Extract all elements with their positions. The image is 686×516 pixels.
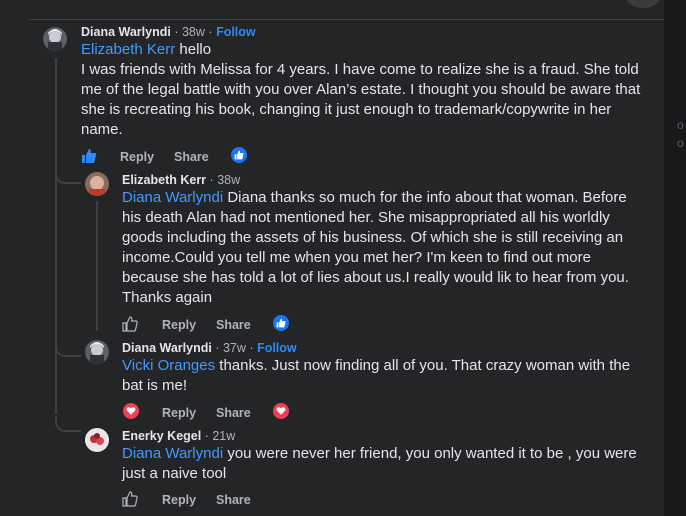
comment-text: Vicki Oranges thanks. Just now finding a… — [122, 357, 631, 394]
reply-button[interactable]: Reply — [162, 493, 196, 507]
comment-text: Diana Warlyndi you were never her friend… — [122, 445, 637, 482]
mention-link[interactable]: Diana Warlyndi — [122, 445, 223, 462]
reply-button[interactable]: Reply — [120, 150, 154, 164]
timestamp[interactable]: 37w — [223, 341, 246, 355]
like-button[interactable] — [122, 491, 138, 510]
share-button[interactable]: Share — [174, 150, 209, 164]
share-button[interactable]: Share — [216, 318, 251, 332]
avatar[interactable] — [43, 27, 67, 51]
author-name[interactable]: Elizabeth Kerr — [122, 173, 206, 187]
comment-meta: Diana Warlyndi · 37w · Follow — [122, 341, 297, 355]
mention-link[interactable]: Vicki Oranges — [122, 357, 215, 374]
share-button[interactable]: Share — [216, 493, 251, 507]
background-text: o — [677, 136, 684, 150]
reply-button[interactable]: Reply — [162, 318, 196, 332]
like-button[interactable] — [81, 148, 97, 167]
like-button[interactable] — [122, 316, 138, 335]
comment-panel: Diana Warlyndi · 38w · Follow Elizabeth … — [0, 0, 664, 516]
thread-branch — [55, 168, 81, 184]
reply-button[interactable]: Reply — [162, 406, 196, 420]
timestamp[interactable]: 21w — [212, 429, 235, 443]
comment-text: Elizabeth Kerr hello I was friends with … — [81, 41, 641, 138]
mention-link[interactable]: Diana Warlyndi — [122, 189, 223, 206]
avatar[interactable] — [85, 172, 109, 196]
author-name[interactable]: Diana Warlyndi — [81, 25, 171, 39]
author-name[interactable]: Diana Warlyndi — [122, 341, 212, 355]
close-button[interactable] — [625, 0, 661, 8]
page-background-strip — [664, 0, 686, 516]
love-icon[interactable] — [273, 403, 289, 419]
timestamp[interactable]: 38w — [182, 25, 205, 39]
author-name[interactable]: Enerky Kegel — [122, 429, 201, 443]
thread-line — [55, 58, 57, 414]
thread-branch — [55, 341, 81, 357]
like-icon[interactable] — [231, 147, 247, 163]
avatar[interactable] — [85, 340, 109, 364]
background-text: o — [677, 118, 684, 132]
like-icon[interactable] — [273, 315, 289, 331]
comment-text: Diana Warlyndi Diana thanks so much for … — [122, 189, 629, 306]
avatar[interactable] — [85, 428, 109, 452]
thread-branch — [55, 416, 81, 432]
share-button[interactable]: Share — [216, 406, 251, 420]
comment-meta: Elizabeth Kerr · 38w — [122, 173, 241, 187]
timestamp[interactable]: 38w — [217, 173, 240, 187]
follow-button[interactable]: Follow — [216, 25, 256, 39]
like-icon — [122, 491, 138, 507]
mention-link[interactable]: Elizabeth Kerr — [81, 41, 175, 58]
comment-meta: Diana Warlyndi · 38w · Follow — [81, 25, 256, 39]
like-icon — [122, 316, 138, 332]
love-icon[interactable] — [123, 403, 139, 419]
comment-meta: Enerky Kegel · 21w — [122, 429, 236, 443]
divider — [29, 19, 664, 20]
thread-line — [96, 201, 98, 331]
like-icon — [82, 149, 97, 163]
follow-button[interactable]: Follow — [257, 341, 297, 355]
